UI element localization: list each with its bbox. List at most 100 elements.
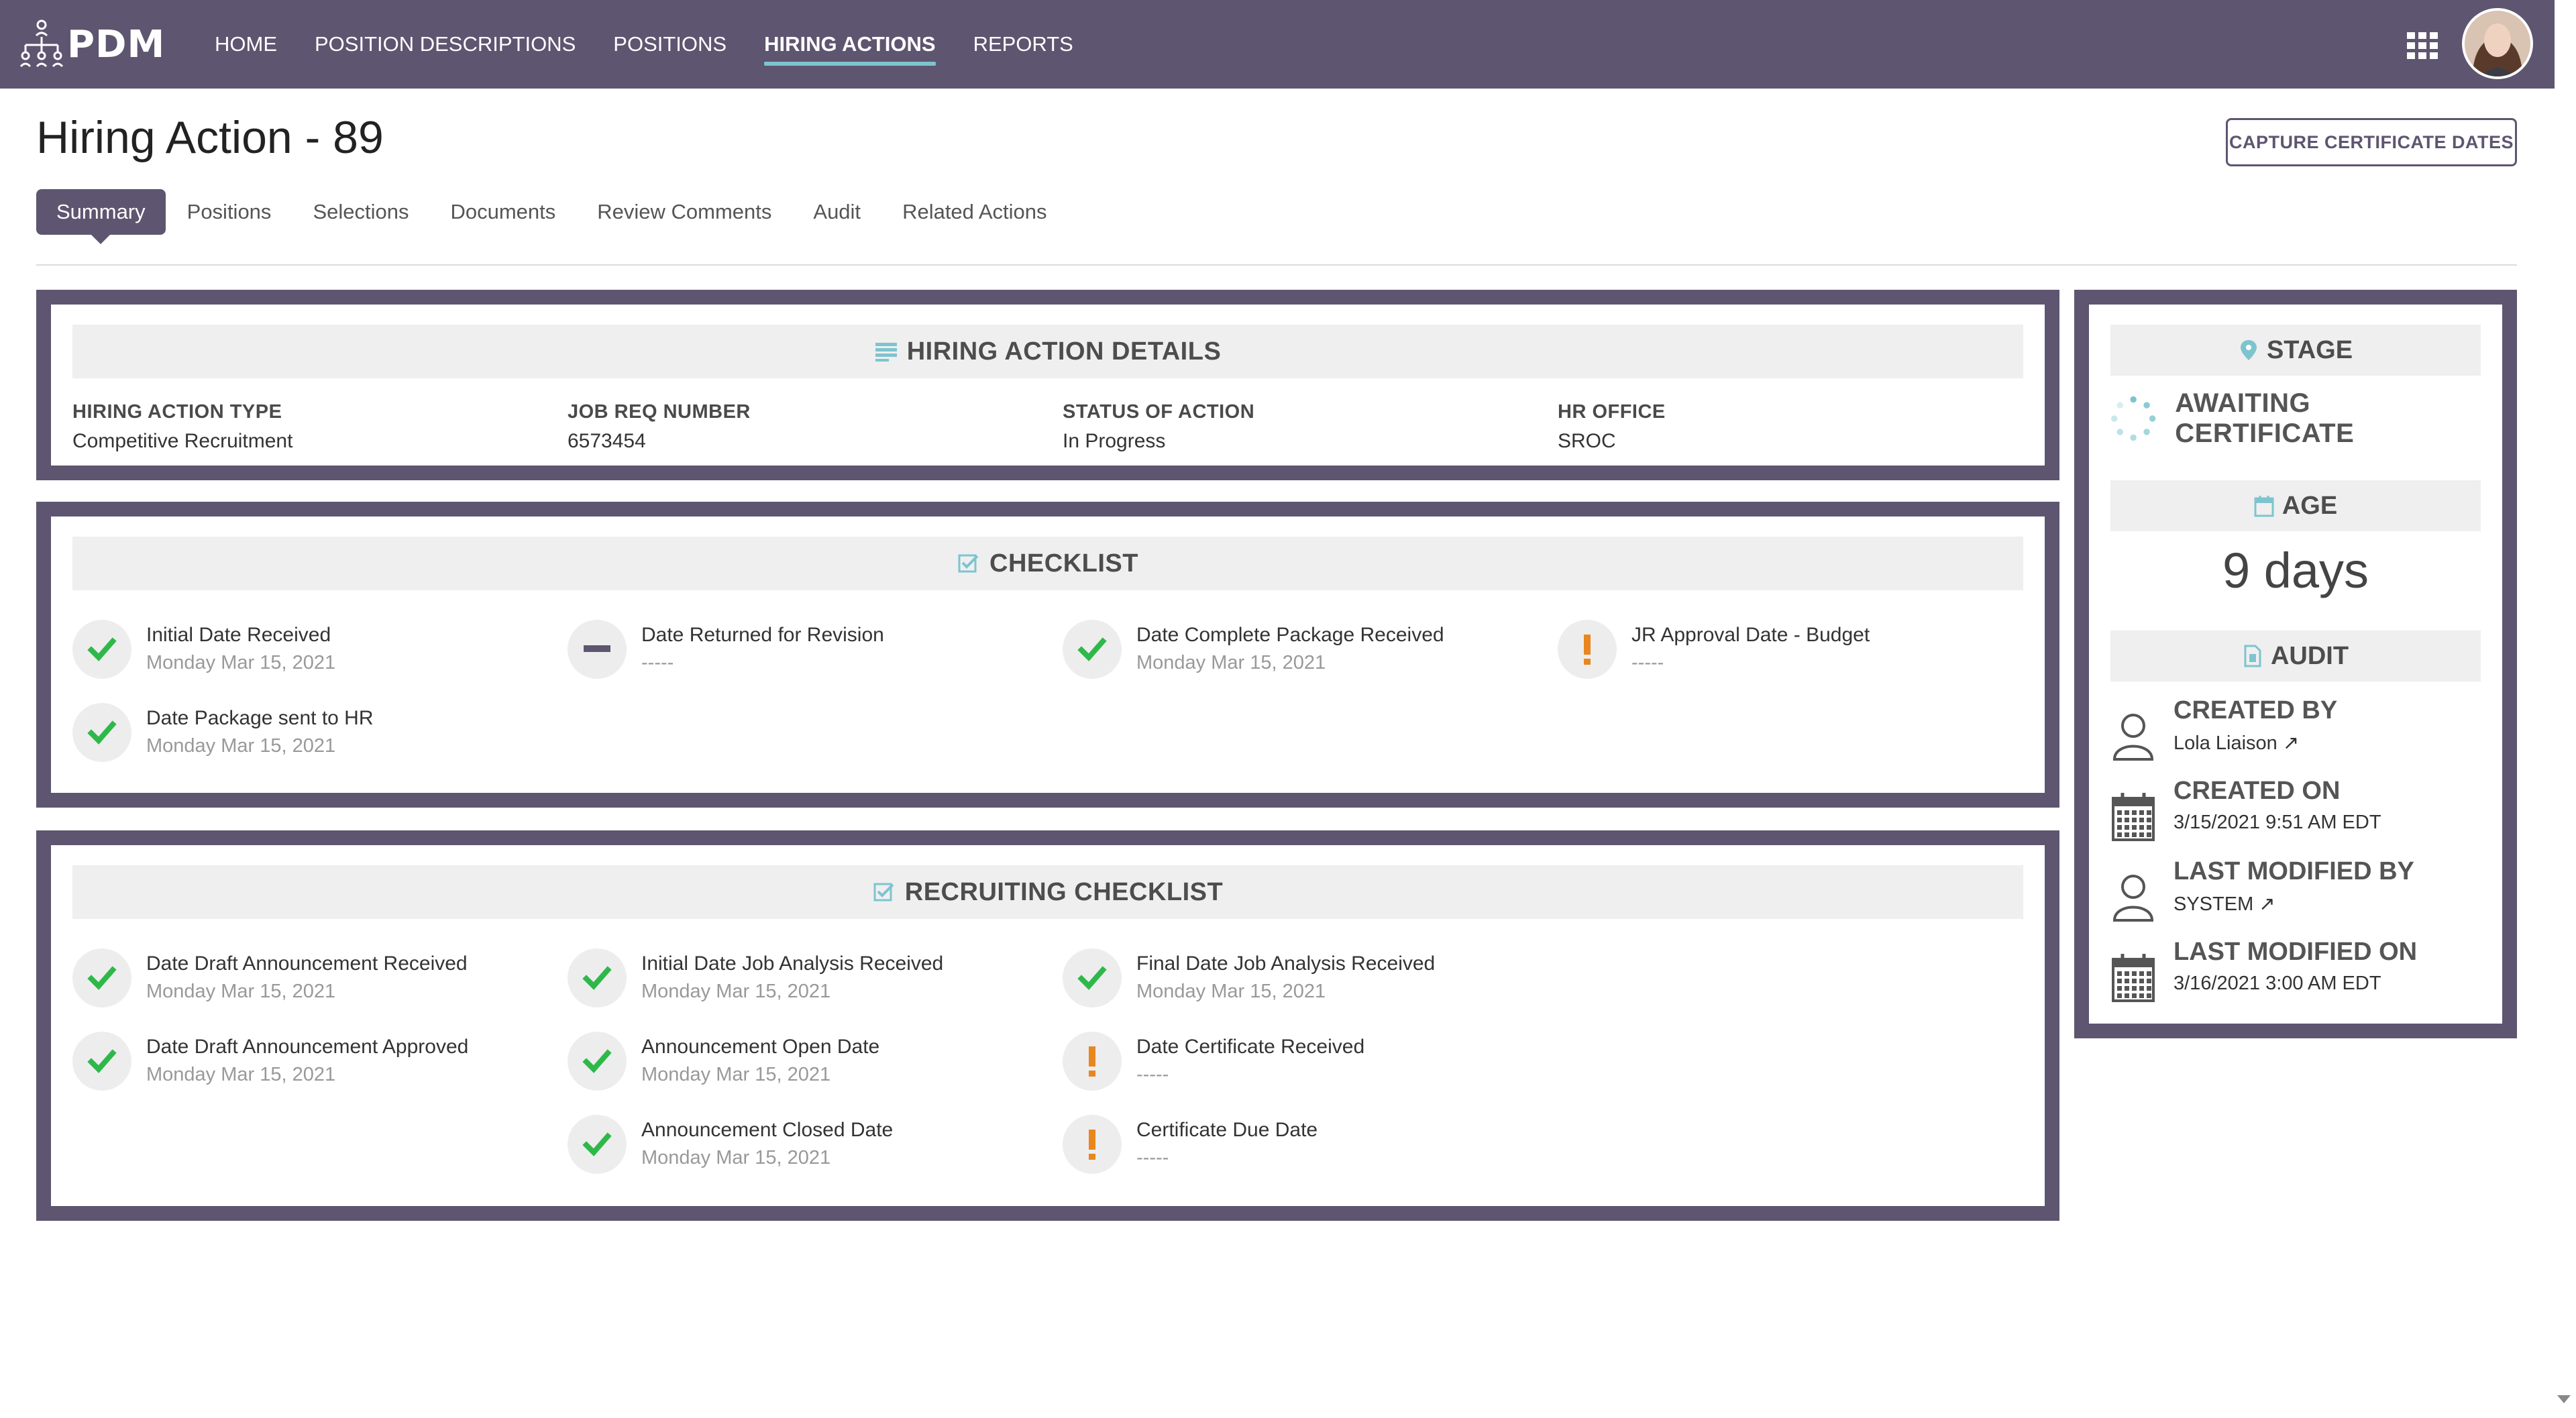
- recruiting-checklist-panel: RECRUITING CHECKLIST Date Draft Announce…: [36, 830, 2059, 1221]
- checklist-item-title: Initial Date Received: [146, 624, 331, 646]
- exclamation-icon: [1558, 620, 1617, 679]
- checklist-item-date: -----: [641, 652, 674, 673]
- audit-header: AUDIT: [2110, 631, 2481, 681]
- audit-row: LAST MODIFIED ON 3/16/2021 3:00 AM EDT: [2110, 938, 2481, 1012]
- stage-value: AWAITING CERTIFICATE: [2175, 388, 2355, 448]
- checklist-item-date: Monday Mar 15, 2021: [146, 652, 336, 673]
- stage-row: AWAITING CERTIFICATE: [2110, 388, 2481, 448]
- check-icon: [72, 1032, 131, 1091]
- org-chart-icon: [19, 19, 64, 68]
- tab-bar: Summary Positions Selections Documents R…: [36, 189, 1088, 244]
- checklist-heading: CHECKLIST: [989, 549, 1138, 578]
- exclamation-icon: [1063, 1032, 1122, 1091]
- check-icon: [1063, 620, 1122, 679]
- audit-value[interactable]: Lola Liaison ↗: [2174, 731, 2299, 755]
- age-header: AGE: [2110, 480, 2481, 531]
- header-divider: [36, 264, 2517, 266]
- audit-label: LAST MODIFIED ON: [2174, 938, 2418, 966]
- audit-heading: AUDIT: [2270, 641, 2349, 670]
- map-pin-icon: [2240, 340, 2257, 360]
- audit-label: LAST MODIFIED BY: [2174, 857, 2414, 885]
- details-heading: HIRING ACTION DETAILS: [906, 337, 1222, 366]
- checkbox-icon: [873, 883, 894, 902]
- checklist-item-title: Date Package sent to HR: [146, 707, 374, 729]
- spinner-icon: [2110, 396, 2156, 441]
- field-hiring-action-type: HIRING ACTION TYPE Competitive Recruitme…: [72, 401, 293, 452]
- capture-certificate-dates-button[interactable]: CAPTURE CERTIFICATE DATES: [2226, 118, 2517, 166]
- audit-value[interactable]: SYSTEM ↗: [2174, 892, 2275, 916]
- field-hr-office: HR OFFICE SROC: [1558, 401, 1666, 452]
- checklist-item-date: Monday Mar 15, 2021: [641, 981, 831, 1002]
- check-icon: [568, 1115, 627, 1174]
- checklist-item-title: Certificate Due Date: [1136, 1119, 1318, 1141]
- audit-row: LAST MODIFIED BY SYSTEM ↗: [2110, 857, 2481, 931]
- checklist-item-date: Monday Mar 15, 2021: [1136, 981, 1326, 1002]
- exclamation-icon: [1063, 1115, 1122, 1174]
- checklist-panel: CHECKLIST Initial Date Received Monday Ma…: [36, 502, 2059, 808]
- calendar-icon: [2254, 496, 2274, 517]
- stage-summary-panel: STAGE AWAITING CERTIFICATE AGE 9 days AU…: [2074, 290, 2517, 1038]
- tab-selections[interactable]: Selections: [313, 200, 409, 224]
- checklist-item-title: Announcement Open Date: [641, 1036, 880, 1058]
- checklist-item-title: Date Complete Package Received: [1136, 624, 1444, 646]
- top-nav-bar: PDM HOME POSITION DESCRIPTIONS POSITIONS…: [0, 0, 2555, 89]
- tab-documents[interactable]: Documents: [450, 200, 555, 224]
- checklist-item-date: Monday Mar 15, 2021: [146, 1064, 336, 1085]
- checklist-item-date: Monday Mar 15, 2021: [641, 1064, 831, 1085]
- page-title: Hiring Action - 89: [36, 112, 384, 163]
- checklist-item-date: Monday Mar 15, 2021: [146, 981, 336, 1002]
- tab-review-comments[interactable]: Review Comments: [597, 200, 771, 224]
- checklist-item-title: Date Draft Announcement Approved: [146, 1036, 469, 1058]
- stage-heading: STAGE: [2266, 335, 2353, 364]
- checkbox-icon: [958, 554, 979, 573]
- recruiting-checklist-header: RECRUITING CHECKLIST: [72, 865, 2023, 919]
- main-nav: HOME POSITION DESCRIPTIONS POSITIONS HIR…: [215, 0, 1111, 89]
- audit-value: 3/16/2021 3:00 AM EDT: [2174, 973, 2381, 994]
- checklist-item-title: Announcement Closed Date: [641, 1119, 894, 1141]
- checklist-item-date: Monday Mar 15, 2021: [1136, 652, 1326, 673]
- logo-text: PDM: [67, 22, 166, 66]
- check-icon: [72, 948, 131, 1007]
- checklist-item-date: -----: [1136, 1064, 1169, 1085]
- pdm-logo[interactable]: PDM: [19, 17, 165, 71]
- hiring-action-details-panel: HIRING ACTION DETAILS HIRING ACTION TYPE…: [36, 290, 2059, 480]
- checklist-item-title: Initial Date Job Analysis Received: [641, 952, 944, 975]
- check-icon: [568, 948, 627, 1007]
- nav-home[interactable]: HOME: [215, 23, 277, 66]
- check-icon: [568, 1032, 627, 1091]
- checklist-item-title: JR Approval Date - Budget: [1631, 624, 1870, 646]
- field-status-of-action: STATUS OF ACTION In Progress: [1063, 401, 1255, 452]
- audit-label: CREATED BY: [2174, 696, 2338, 724]
- age-heading: AGE: [2282, 491, 2338, 520]
- checklist-item-date: -----: [1136, 1147, 1169, 1168]
- tab-related-actions[interactable]: Related Actions: [902, 200, 1046, 224]
- nav-position-descriptions[interactable]: POSITION DESCRIPTIONS: [315, 23, 576, 66]
- details-header: HIRING ACTION DETAILS: [72, 325, 2023, 378]
- tab-summary[interactable]: Summary: [36, 189, 166, 244]
- audit-row: CREATED BY Lola Liaison ↗: [2110, 696, 2481, 770]
- checklist-item-date: -----: [1631, 652, 1664, 673]
- checklist-item-title: Date Draft Announcement Received: [146, 952, 468, 975]
- document-icon: [2244, 645, 2261, 667]
- checklist-item-date: Monday Mar 15, 2021: [641, 1147, 831, 1168]
- audit-value: 3/15/2021 9:51 AM EDT: [2174, 812, 2381, 833]
- checklist-item-title: Final Date Job Analysis Received: [1136, 952, 1436, 975]
- age-value: 9 days: [2222, 543, 2369, 598]
- tab-audit[interactable]: Audit: [813, 200, 861, 224]
- recruiting-checklist-heading: RECRUITING CHECKLIST: [904, 877, 1224, 906]
- audit-row: CREATED ON 3/15/2021 9:51 AM EDT: [2110, 777, 2481, 851]
- nav-reports[interactable]: REPORTS: [973, 23, 1073, 66]
- audit-label: CREATED ON: [2174, 777, 2341, 805]
- check-icon: [1063, 948, 1122, 1007]
- user-avatar[interactable]: [2462, 8, 2533, 79]
- tab-positions[interactable]: Positions: [187, 200, 272, 224]
- minus-icon: [568, 620, 627, 679]
- nav-hiring-actions[interactable]: HIRING ACTIONS: [764, 23, 936, 66]
- checklist-item-title: Date Certificate Received: [1136, 1036, 1365, 1058]
- check-icon: [72, 703, 131, 762]
- checklist-header: CHECKLIST: [72, 537, 2023, 590]
- scroll-down-arrow-icon[interactable]: [2557, 1395, 2571, 1403]
- apps-grid-icon[interactable]: [2407, 32, 2439, 59]
- stage-header: STAGE: [2110, 325, 2481, 376]
- nav-positions[interactable]: POSITIONS: [613, 23, 727, 66]
